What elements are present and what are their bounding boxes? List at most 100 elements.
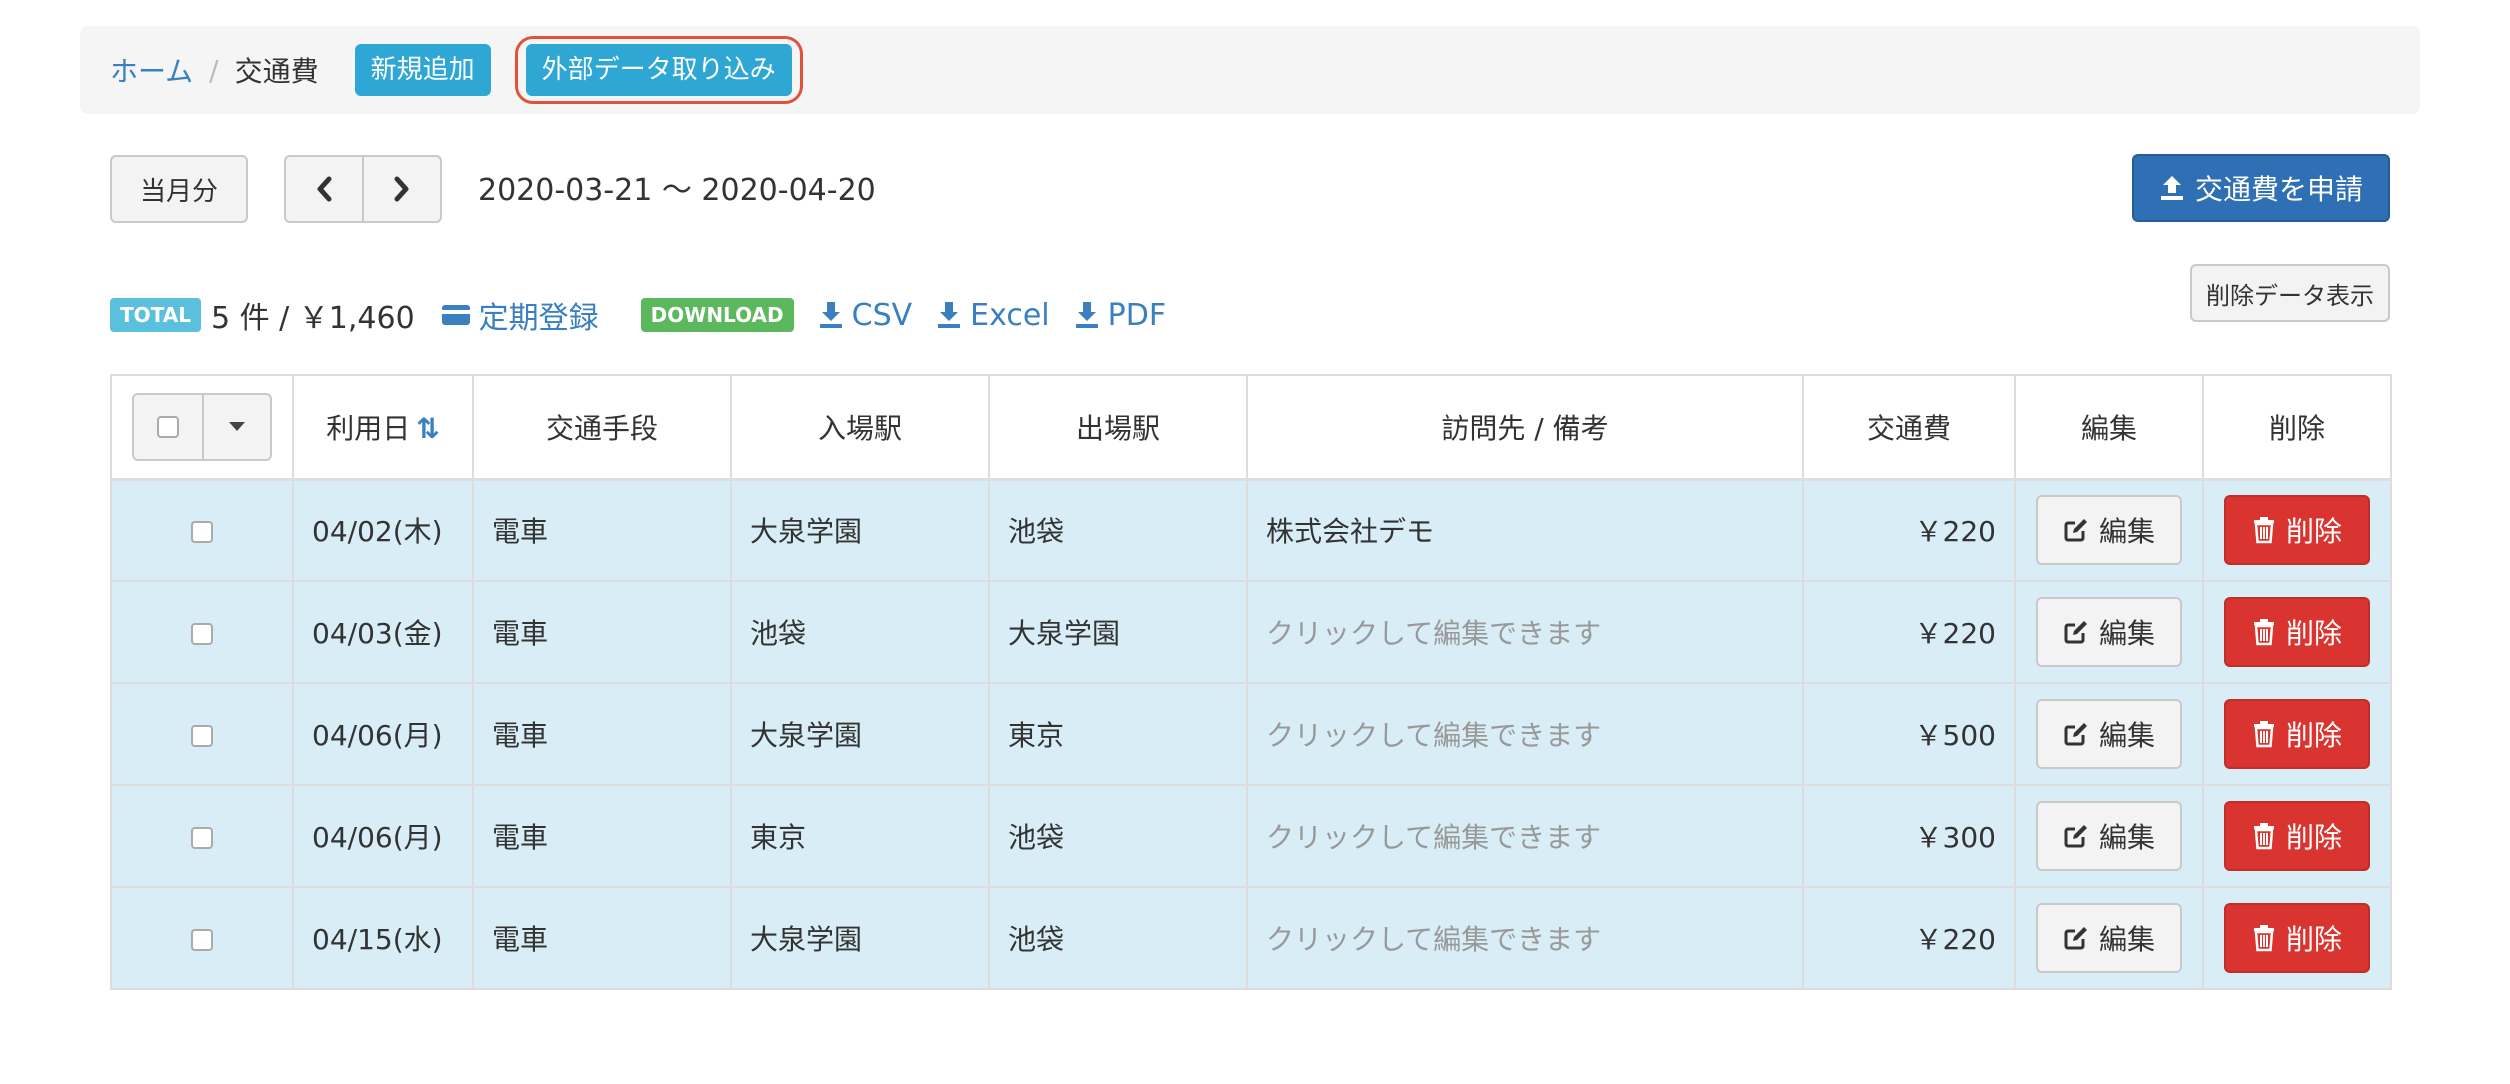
commuter-pass-label: 定期登録 xyxy=(478,301,599,336)
trash-icon xyxy=(2253,823,2274,850)
cell-note[interactable]: 株式会社デモ xyxy=(1246,478,1804,582)
cell-delete: 削除 xyxy=(2202,478,2392,582)
cell-exit-station[interactable]: 大泉学園 xyxy=(988,580,1248,684)
cell-note[interactable]: クリックして編集できます xyxy=(1246,580,1804,684)
breadcrumb-current: 交通費 xyxy=(234,55,319,88)
edit-label: 編集 xyxy=(2098,617,2155,650)
upload-icon xyxy=(2160,176,2183,200)
chevron-left-icon xyxy=(317,176,332,202)
breadcrumb-home-link[interactable]: ホーム xyxy=(110,50,193,90)
cell-fee[interactable]: ￥220 xyxy=(1802,580,2016,684)
delete-label: 削除 xyxy=(2285,515,2342,549)
delete-label: 削除 xyxy=(2285,719,2342,752)
download-icon xyxy=(938,302,961,328)
import-external-data-button[interactable]: 外部データ取り込み xyxy=(525,44,792,96)
cell-entry-station[interactable]: 東京 xyxy=(730,784,990,888)
cell-mode[interactable]: 電車 xyxy=(472,682,732,786)
edit-button[interactable]: 編集 xyxy=(2036,801,2182,871)
header-delete: 削除 xyxy=(2202,374,2392,480)
cell-fee[interactable]: ￥220 xyxy=(1802,886,2016,990)
chevron-right-icon xyxy=(394,176,409,202)
commuter-pass-link[interactable]: 定期登録 xyxy=(441,293,599,337)
table-row: 04/06(月) 電車 大泉学園 東京 クリックして編集できます ￥500 編集 xyxy=(110,682,2392,786)
cell-mode[interactable]: 電車 xyxy=(472,886,732,990)
current-month-button[interactable]: 当月分 xyxy=(110,155,248,223)
prev-period-button[interactable] xyxy=(286,157,362,221)
cell-entry-station[interactable]: 大泉学園 xyxy=(730,886,990,990)
edit-icon xyxy=(2064,825,2087,848)
cell-fee[interactable]: ￥220 xyxy=(1802,478,2016,582)
download-pdf-link[interactable]: PDF xyxy=(1074,298,1166,333)
select-all-checkbox[interactable] xyxy=(157,415,179,438)
edit-button[interactable]: 編集 xyxy=(2036,699,2182,769)
delete-button[interactable]: 削除 xyxy=(2224,699,2370,769)
apply-expense-button[interactable]: 交通費を申請 xyxy=(2132,154,2390,222)
delete-button[interactable]: 削除 xyxy=(2224,903,2370,973)
cell-edit: 編集 xyxy=(2014,478,2204,582)
cell-delete: 削除 xyxy=(2202,784,2392,888)
header-date[interactable]: 利用日 ⇅ xyxy=(292,374,474,480)
cell-entry-station[interactable]: 大泉学園 xyxy=(730,682,990,786)
delete-button[interactable]: 削除 xyxy=(2224,597,2370,667)
edit-icon xyxy=(2064,519,2087,542)
cell-exit-station[interactable]: 東京 xyxy=(988,682,1248,786)
cell-mode[interactable]: 電車 xyxy=(472,580,732,684)
total-count-amount: 5 件 / ￥1,460 xyxy=(210,301,415,336)
cell-date[interactable]: 04/15(水) xyxy=(292,886,474,990)
cell-fee[interactable]: ￥500 xyxy=(1802,682,2016,786)
cell-mode[interactable]: 電車 xyxy=(472,784,732,888)
trash-icon xyxy=(2253,619,2274,646)
cell-delete: 削除 xyxy=(2202,886,2392,990)
new-entry-button[interactable]: 新規追加 xyxy=(354,44,491,96)
cell-exit-station[interactable]: 池袋 xyxy=(988,784,1248,888)
cell-exit-station[interactable]: 池袋 xyxy=(988,478,1248,582)
edit-icon xyxy=(2064,927,2087,950)
trash-icon xyxy=(2253,721,2274,748)
delete-button[interactable]: 削除 xyxy=(2224,801,2370,871)
row-checkbox[interactable] xyxy=(191,826,213,849)
cell-exit-station[interactable]: 池袋 xyxy=(988,886,1248,990)
row-select-cell xyxy=(110,478,294,582)
edit-label: 編集 xyxy=(2098,515,2155,549)
credit-card-icon xyxy=(441,305,470,325)
download-icon xyxy=(819,302,842,328)
edit-button[interactable]: 編集 xyxy=(2036,495,2182,566)
cell-entry-station[interactable]: 大泉学園 xyxy=(730,478,990,582)
cell-date[interactable]: 04/02(木) xyxy=(292,478,474,582)
cell-fee[interactable]: ￥300 xyxy=(1802,784,2016,888)
cell-date[interactable]: 04/06(月) xyxy=(292,682,474,786)
edit-button[interactable]: 編集 xyxy=(2036,597,2182,667)
show-deleted-data-button[interactable]: 削除データ表示 xyxy=(2190,264,2390,322)
cell-edit: 編集 xyxy=(2014,580,2204,684)
download-csv-link[interactable]: CSV xyxy=(818,298,912,333)
header-mode: 交通手段 xyxy=(472,374,732,480)
download-excel-link[interactable]: Excel xyxy=(936,298,1050,333)
cell-mode[interactable]: 電車 xyxy=(472,478,732,582)
cell-note[interactable]: クリックして編集できます xyxy=(1246,784,1804,888)
select-all-checkbox-wrap[interactable] xyxy=(134,395,202,459)
row-select-cell xyxy=(110,886,294,990)
edit-label: 編集 xyxy=(2098,923,2155,956)
cell-note[interactable]: クリックして編集できます xyxy=(1246,886,1804,990)
total-badge: TOTAL xyxy=(110,298,201,332)
cell-date[interactable]: 04/06(月) xyxy=(292,784,474,888)
row-checkbox[interactable] xyxy=(191,622,213,645)
cell-entry-station[interactable]: 池袋 xyxy=(730,580,990,684)
cell-note[interactable]: クリックして編集できます xyxy=(1246,682,1804,786)
row-checkbox[interactable] xyxy=(191,520,213,543)
row-checkbox[interactable] xyxy=(191,724,213,747)
apply-expense-label: 交通費を申請 xyxy=(2194,173,2363,206)
select-all-header xyxy=(110,374,294,480)
edit-label: 編集 xyxy=(2098,821,2155,854)
row-checkbox[interactable] xyxy=(191,928,213,951)
cell-date[interactable]: 04/03(金) xyxy=(292,580,474,684)
cell-edit: 編集 xyxy=(2014,682,2204,786)
trash-icon xyxy=(2253,517,2274,544)
header-edit: 編集 xyxy=(2014,374,2204,480)
bulk-action-dropdown[interactable] xyxy=(202,394,270,459)
edit-button[interactable]: 編集 xyxy=(2036,903,2182,973)
delete-button[interactable]: 削除 xyxy=(2224,495,2370,566)
period-pager xyxy=(284,155,442,223)
sort-icon[interactable]: ⇅ xyxy=(416,412,439,445)
next-period-button[interactable] xyxy=(362,157,440,221)
